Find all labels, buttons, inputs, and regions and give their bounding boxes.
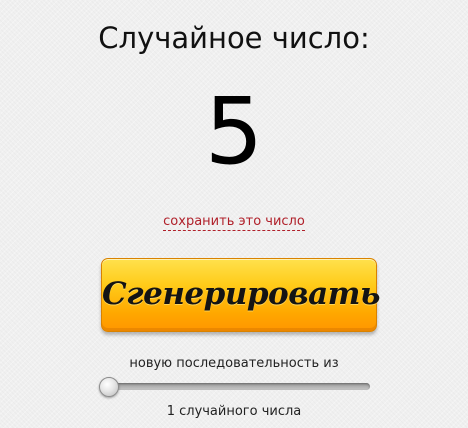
save-number-link[interactable]: сохранить это число — [163, 214, 305, 231]
page-title: Случайное число: — [98, 21, 370, 55]
count-slider-track[interactable] — [102, 383, 370, 390]
count-slider-handle[interactable] — [99, 377, 119, 397]
random-number-display: 5 — [204, 78, 264, 185]
generate-button[interactable]: Сгенерировать — [101, 258, 380, 332]
sequence-label: новую последовательность из — [129, 356, 339, 371]
generate-button-label: Сгенерировать — [102, 276, 380, 312]
count-value-label: 1 случайного числа — [166, 404, 302, 419]
save-number-link-container: сохранить это число — [0, 212, 468, 232]
